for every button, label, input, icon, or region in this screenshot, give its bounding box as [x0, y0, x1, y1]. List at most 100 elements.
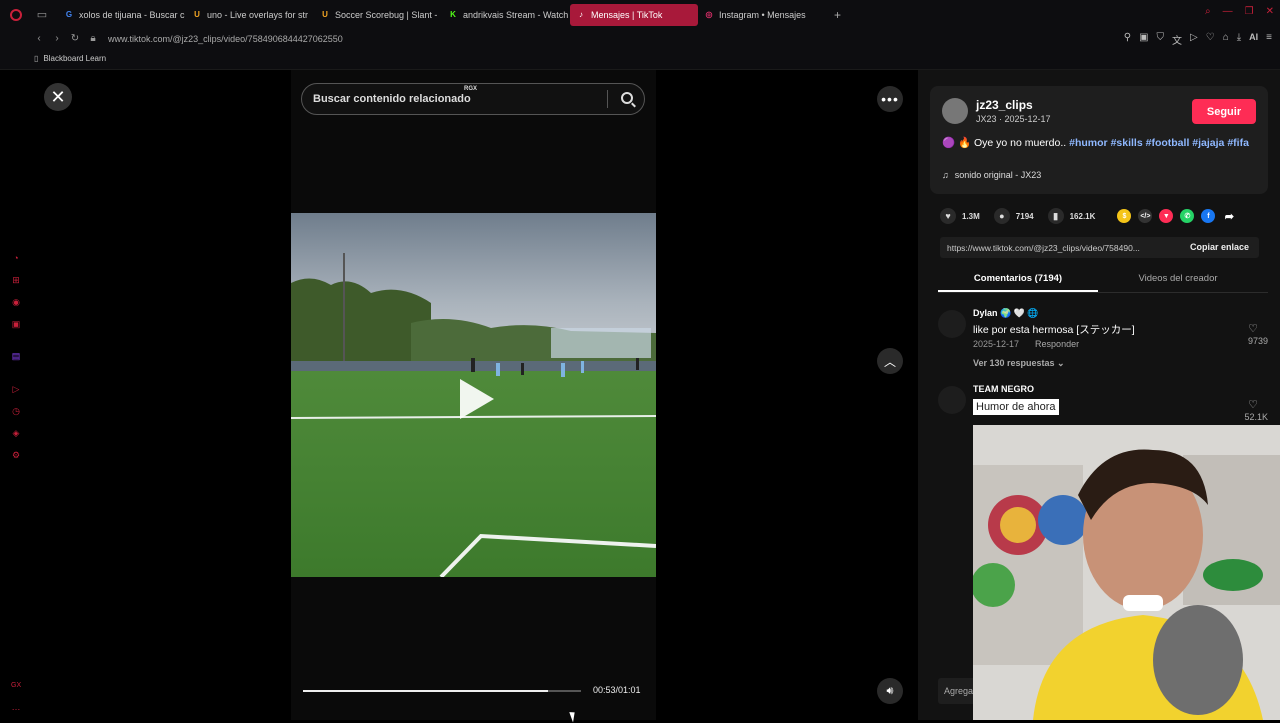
- play-icon[interactable]: [460, 379, 494, 419]
- sidebar-gx-icon[interactable]: GX: [11, 681, 21, 691]
- music-note-icon: ♫: [942, 170, 949, 180]
- video-stage: ✕ Buscar contenido relacionado RGX 00:53…: [32, 70, 918, 720]
- comment-icon: ●: [993, 208, 1010, 224]
- hashtag[interactable]: #skills: [1111, 137, 1143, 149]
- commenter-avatar[interactable]: [938, 310, 966, 338]
- sidebar-bag-icon[interactable]: ⊞: [11, 275, 21, 285]
- comment-stat[interactable]: ● 7194: [993, 208, 1034, 224]
- progress-bar[interactable]: [303, 690, 581, 692]
- follow-button[interactable]: Seguir: [1192, 99, 1256, 124]
- forward-icon[interactable]: ›: [48, 33, 66, 44]
- play-icon[interactable]: ▷: [1190, 32, 1198, 47]
- window-controls: ⌕ — ❐ ✕: [1205, 6, 1274, 17]
- shield-icon[interactable]: ⛉: [1157, 32, 1165, 47]
- hashtag[interactable]: #humor: [1069, 137, 1108, 149]
- instagram-icon: ◎: [705, 10, 713, 19]
- pin-icon[interactable]: ⚲: [1124, 32, 1131, 47]
- translate-icon[interactable]: 文: [1172, 32, 1182, 47]
- embed-icon[interactable]: </>: [1138, 209, 1153, 223]
- hashtag[interactable]: #jajaja: [1192, 137, 1224, 149]
- comment-item: Dylan 🌍 🤍 🌐 like por esta hermosa [ステッカー…: [938, 308, 1268, 380]
- streamer-webcam-image: [973, 425, 1280, 720]
- ai-button[interactable]: AI: [1249, 32, 1258, 47]
- close-window-icon[interactable]: ✕: [1266, 6, 1274, 17]
- wallet-icon[interactable]: ⌂: [1223, 32, 1229, 47]
- minimize-icon[interactable]: —: [1223, 6, 1233, 17]
- sound-name: sonido original - JX23: [954, 170, 1042, 180]
- new-tab-button[interactable]: +: [834, 8, 841, 22]
- share-link[interactable]: https://www.tiktok.com/@jz23_clips/video…: [947, 243, 1175, 253]
- video-player[interactable]: [291, 213, 656, 577]
- url-field[interactable]: www.tiktok.com/@jz23_clips/video/7584906…: [108, 34, 343, 44]
- facebook-icon[interactable]: f: [1201, 209, 1216, 223]
- creator-avatar[interactable]: [942, 98, 968, 124]
- menu-icon[interactable]: ≡: [1266, 32, 1272, 47]
- share-link-box: https://www.tiktok.com/@jz23_clips/video…: [940, 237, 1259, 258]
- browser-tab[interactable]: Uuno - Live overlays for str: [186, 4, 314, 26]
- search-icon[interactable]: [621, 92, 633, 104]
- tab-comments[interactable]: Comentarios (7194): [938, 267, 1098, 292]
- sidebar-history-icon[interactable]: ◷: [11, 406, 21, 416]
- volume-button[interactable]: 🔊︎: [877, 678, 903, 704]
- snapshot-icon[interactable]: ▣: [1139, 32, 1148, 47]
- rgx-watermark: RGX: [464, 86, 478, 92]
- tiktok-icon: ♪: [579, 10, 583, 19]
- creator-username[interactable]: jz23_clips: [976, 98, 1033, 112]
- like-count: 1.3M: [962, 211, 980, 221]
- sidebar-mail-icon[interactable]: ▣: [11, 319, 21, 329]
- post-caption: 🟣 🔥 Oye yo no muerdo..: [942, 137, 1070, 149]
- sidebar-player-icon[interactable]: ▷: [11, 384, 21, 394]
- browser-tab[interactable]: ♪ Mensajes | TikTok: [570, 3, 698, 26]
- opera-logo-icon[interactable]: [0, 0, 32, 29]
- comment-count: 7194: [1015, 211, 1034, 221]
- hashtag[interactable]: #fifa: [1227, 137, 1249, 149]
- reply-button[interactable]: Responder: [1035, 339, 1079, 349]
- sidebar-twitch-icon[interactable]: ▤: [11, 351, 21, 361]
- previous-video-button[interactable]: ︿: [877, 348, 903, 374]
- commenter-name[interactable]: TEAM NEGRO: [973, 384, 1034, 394]
- tab-overview-icon[interactable]: ▭: [32, 5, 52, 25]
- more-options-button[interactable]: •••: [877, 86, 903, 112]
- hashtag[interactable]: #football: [1146, 137, 1190, 149]
- sidebar-speed-icon[interactable]: ◔: [11, 253, 21, 263]
- browser-tab[interactable]: U Soccer Scorebug | Slant -: [314, 4, 442, 26]
- sidebar-messenger-icon[interactable]: ◉: [11, 297, 21, 307]
- save-stat[interactable]: ▮ 162.1K: [1047, 208, 1095, 224]
- tab-label: xolos de tijuana - Buscar c: [79, 9, 185, 20]
- heart-icon[interactable]: ♡: [1206, 32, 1215, 47]
- comment-date: 2025-12-17: [973, 339, 1020, 349]
- close-video-button[interactable]: ✕: [44, 83, 72, 111]
- view-replies-button[interactable]: Ver 130 respuestas ⌄: [973, 358, 1065, 369]
- post-info-card: jz23_clips JX23 · 2025-12-17 Seguir 🟣 🔥 …: [930, 86, 1268, 194]
- comment-like-count: 52.1K: [1244, 412, 1268, 422]
- maximize-icon[interactable]: ❐: [1245, 6, 1254, 17]
- video-time: 00:53/01:01: [593, 685, 641, 695]
- comment-sticker: Humor de ahora: [973, 399, 1059, 415]
- like-stat[interactable]: ♥ 1.3M: [940, 208, 980, 224]
- tab-creator-videos[interactable]: Videos del creador: [1098, 267, 1258, 292]
- commenter-name[interactable]: Dylan 🌍 🤍 🌐: [973, 308, 1039, 319]
- search-tabs-icon[interactable]: ⌕: [1205, 6, 1211, 17]
- share-arrow-icon[interactable]: ➦: [1222, 209, 1236, 223]
- sidebar-extension-icon[interactable]: ◈: [11, 428, 21, 438]
- whatsapp-icon[interactable]: ✆: [1180, 209, 1195, 223]
- sidebar-more-icon[interactable]: …: [11, 702, 21, 712]
- back-icon[interactable]: ‹: [30, 33, 48, 44]
- send-icon[interactable]: ▼: [1159, 209, 1174, 223]
- reload-icon[interactable]: ↻: [66, 33, 84, 44]
- comment-like-count: 9739: [1247, 336, 1268, 346]
- bookmark-blackboard[interactable]: Blackboard Learn: [43, 54, 106, 63]
- download-icon[interactable]: ⤓: [1237, 32, 1241, 47]
- sound-info[interactable]: ♫ sonido original - JX23: [942, 170, 1041, 180]
- coin-icon[interactable]: $: [1117, 209, 1132, 223]
- browser-tab[interactable]: Kandrikvais Stream - Watch: [442, 4, 570, 26]
- browser-tab[interactable]: ◎ Instagram • Mensajes: [698, 4, 826, 26]
- copy-link-button[interactable]: Copiar enlace: [1190, 242, 1249, 252]
- comment-like-icon[interactable]: ♡: [1248, 322, 1258, 335]
- browser-tab[interactable]: Gxolos de tijuana - Buscar c: [58, 4, 186, 26]
- comment-text: like por esta hermosa [ステッカー]: [973, 324, 1135, 336]
- tab-label: Instagram • Mensajes: [719, 9, 806, 20]
- comment-like-icon[interactable]: ♡: [1248, 398, 1258, 411]
- sidebar-settings-icon[interactable]: ⚙: [11, 450, 21, 460]
- commenter-avatar[interactable]: [938, 386, 966, 414]
